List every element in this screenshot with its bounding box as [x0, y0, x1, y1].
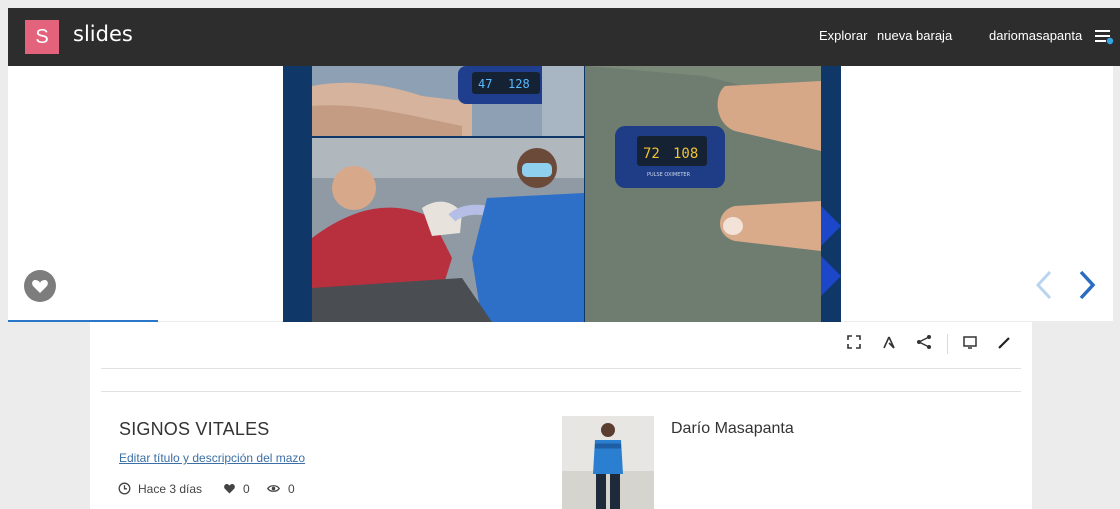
slide-content[interactable]: 47 128 72 108 PULSE OXIMETER — [283, 66, 841, 322]
slide-photo-oximeter-hand: 47 128 — [312, 66, 584, 136]
deck-title: SIGNOS VITALES — [119, 419, 270, 439]
like-button[interactable] — [24, 270, 56, 302]
author-avatar[interactable] — [562, 416, 654, 509]
nav-user[interactable]: dariomasapanta — [989, 28, 1082, 43]
deck-time-ago: Hace 3 días — [138, 482, 203, 496]
fullscreen-icon[interactable] — [846, 334, 862, 350]
oximeter-top-reading-1: 47 — [478, 77, 492, 91]
edit-icon[interactable] — [997, 334, 1013, 350]
clock-icon — [118, 482, 131, 495]
oximeter-right-reading-1: 72 — [643, 146, 660, 162]
fork-icon[interactable] — [881, 334, 897, 350]
edit-title-link[interactable]: Editar título y descripción del mazo — [119, 451, 305, 465]
likes-heart-icon — [224, 484, 235, 494]
toolbar-divider — [947, 334, 948, 354]
divider-bottom — [101, 391, 1021, 392]
top-bar: S slides Explorar nueva baraja dariomasa… — [8, 8, 1120, 66]
logo-text[interactable]: slides — [73, 22, 133, 46]
oximeter-label: PULSE OXIMETER — [647, 172, 691, 178]
likes-count: 0 — [243, 482, 250, 496]
oximeter-right-reading-2: 108 — [673, 146, 698, 162]
author-name[interactable]: Darío Masapanta — [671, 420, 794, 438]
prev-slide-arrow-icon[interactable] — [1032, 268, 1056, 302]
oximeter-top-reading-2: 128 — [508, 77, 530, 91]
nav-explore[interactable]: Explorar — [819, 28, 867, 43]
slide-photo-oximeter-finger: 72 108 PULSE OXIMETER — [585, 66, 821, 322]
views-count: 0 — [288, 482, 295, 496]
next-slide-arrow-icon[interactable] — [1075, 268, 1099, 302]
slide-decoration-triangles — [821, 206, 841, 296]
views-eye-icon — [267, 485, 280, 492]
menu-icon[interactable] — [1094, 26, 1114, 46]
logo-icon[interactable]: S — [25, 20, 59, 54]
slide-photo-patient-nurse — [312, 138, 584, 322]
nav-new-deck[interactable]: nueva baraja — [877, 28, 952, 43]
divider-top — [101, 368, 1021, 369]
present-icon[interactable] — [962, 334, 978, 350]
share-icon[interactable] — [916, 334, 932, 350]
heart-icon — [32, 280, 48, 293]
deck-details-panel — [90, 322, 1032, 509]
